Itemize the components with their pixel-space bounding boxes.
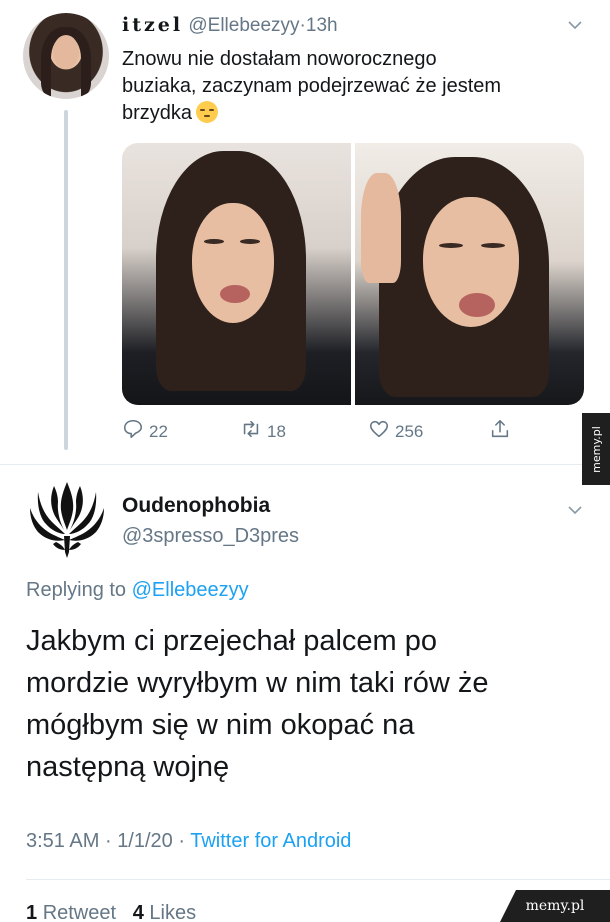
- tweet-text-line: brzydka: [122, 102, 193, 124]
- heart-icon: [368, 418, 390, 445]
- chevron-down-icon[interactable]: [567, 502, 583, 518]
- tweet-text: Jakbym ci przejechał palcem po mordzie w…: [26, 620, 596, 788]
- tweet-text-line: Znowu nie dostałam noworocznego: [122, 48, 437, 70]
- tweet-header: itzel @Ellebeezyy·13h: [122, 14, 338, 37]
- pensive-face-emoji-icon: [196, 101, 219, 123]
- likes-stat[interactable]: 4 Likes: [133, 902, 196, 922]
- photo-hand: [361, 173, 401, 283]
- tweet-meta: 3:51 AM · 1/1/20 · Twitter for Android: [26, 830, 351, 853]
- display-name[interactable]: Oudenophobia: [122, 494, 270, 518]
- photo-eye: [439, 243, 463, 248]
- replying-to-handle[interactable]: @Ellebeezyy: [132, 579, 249, 601]
- avatar-face: [53, 35, 79, 69]
- retweets-stat[interactable]: 1 Retweet: [26, 902, 116, 922]
- like-count: 256: [395, 421, 424, 441]
- avatar[interactable]: [23, 13, 109, 99]
- share-button[interactable]: [489, 418, 511, 445]
- photo-eye: [204, 239, 224, 244]
- divider: [26, 879, 610, 880]
- tweet-text-line: mordzie wyryłbym w nim taki rów że: [26, 667, 489, 699]
- tweet-time[interactable]: 13h: [306, 15, 338, 36]
- watermark-bottom: memy.pl: [500, 890, 610, 922]
- client-link[interactable]: Twitter for Android: [190, 830, 351, 852]
- watermark-text: memy.pl: [525, 898, 585, 914]
- tweet-text-line: buziaka, zaczynam podejrzewać że jestem: [122, 75, 502, 97]
- watermark-side: memy.pl: [582, 413, 610, 485]
- photo-face: [192, 203, 274, 323]
- tweet-text-line: mógłbym się w nim okopać na: [26, 709, 415, 741]
- photo-grid: [122, 143, 584, 405]
- tribal-logo-icon: [30, 482, 104, 558]
- watermark-text: memy.pl: [589, 425, 603, 473]
- like-label: Likes: [149, 902, 197, 922]
- separator: ·: [178, 830, 186, 852]
- photo-lips: [459, 293, 495, 317]
- like-count: 4: [132, 902, 144, 922]
- chevron-down-icon[interactable]: [567, 17, 583, 33]
- separator: ·: [104, 830, 112, 852]
- retweet-label: Retweet: [42, 902, 117, 922]
- reply-count: 22: [149, 421, 168, 441]
- tweet-time[interactable]: 3:51 AM: [26, 830, 99, 852]
- avatar[interactable]: [26, 478, 108, 560]
- reply-icon: [122, 418, 144, 445]
- tweet-text-line: następną wojnę: [26, 751, 230, 783]
- thread-line: [64, 110, 68, 450]
- photo-eye: [481, 243, 505, 248]
- user-handle[interactable]: @Ellebeezyy: [188, 15, 299, 36]
- tweet-stats: 1 Retweet 4 Likes: [26, 902, 196, 922]
- photo-eye: [240, 239, 260, 244]
- original-tweet[interactable]: itzel @Ellebeezyy·13h Znowu nie dostałam…: [0, 0, 610, 465]
- user-handle[interactable]: @3spresso_D3pres: [122, 525, 299, 548]
- share-icon: [489, 418, 511, 445]
- divider: [0, 464, 610, 465]
- tweet-text: Znowu nie dostałam noworocznego buziaka,…: [122, 46, 592, 127]
- like-button[interactable]: 256: [368, 418, 423, 445]
- tweet-photo-1[interactable]: [122, 143, 351, 405]
- tweet-photo-2[interactable]: [355, 143, 584, 405]
- retweet-icon: [240, 418, 262, 445]
- tweet-date[interactable]: 1/1/20: [117, 830, 173, 852]
- retweet-button[interactable]: 18: [240, 418, 286, 445]
- retweet-count: 1: [26, 902, 38, 922]
- display-name[interactable]: itzel: [122, 14, 183, 36]
- reply-button[interactable]: 22: [122, 418, 168, 445]
- tweet-text-line: Jakbym ci przejechał palcem po: [26, 625, 438, 657]
- retweet-count: 18: [267, 421, 286, 441]
- tweet-actions: 22 18 256: [122, 418, 522, 444]
- replying-to: Replying to @Ellebeezyy: [26, 579, 249, 602]
- replying-to-label: Replying to: [26, 579, 127, 601]
- photo-lips: [220, 285, 250, 303]
